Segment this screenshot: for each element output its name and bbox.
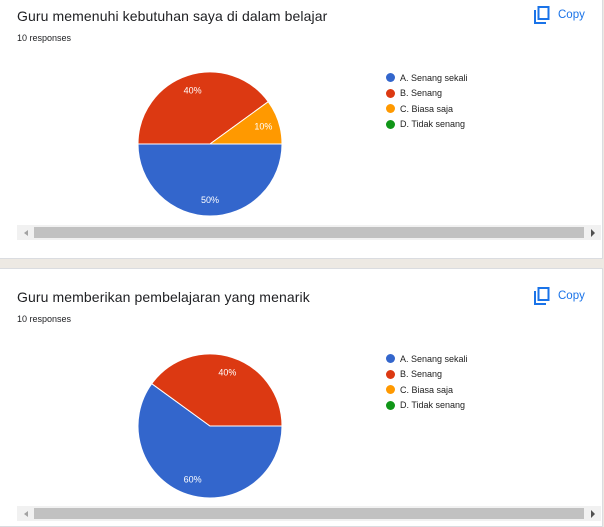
legend-dot-icon [386, 73, 395, 83]
horizontal-scrollbar[interactable] [17, 225, 601, 240]
chart-legend: A. Senang sekali B. Senang C. Biasa saja D.… [386, 351, 468, 413]
chart-legend: A. Senang sekali B. Senang C. Biasa saja D.… [386, 70, 468, 132]
question-card: Guru memenuhi kebutuhan saya di dalam be… [0, 0, 603, 259]
scroll-left-button[interactable] [17, 225, 34, 240]
arrow-left-icon [23, 229, 28, 236]
legend-item[interactable]: B. Senang [386, 86, 468, 102]
legend-label: C. Biasa saja [400, 103, 454, 114]
legend-item[interactable]: D. Tidak senang [386, 117, 468, 133]
legend-label: B. Senang [400, 88, 443, 99]
legend-label: C. Biasa saja [400, 384, 454, 395]
question-card: Guru memberikan pembelajaran yang menari… [0, 268, 603, 527]
legend-item[interactable]: C. Biasa saja [386, 101, 468, 117]
scrollbar-thumb[interactable] [34, 227, 584, 238]
slice-label: 40% [184, 86, 202, 96]
scrollbar-thumb[interactable] [34, 508, 584, 519]
scroll-left-button[interactable] [17, 506, 34, 521]
slice-label: 60% [184, 474, 202, 484]
legend-dot-icon [386, 354, 395, 364]
legend-dot-icon [386, 385, 395, 395]
legend-dot-icon [386, 119, 395, 129]
legend-item[interactable]: A. Senang sekali [386, 351, 468, 367]
legend-label: A. Senang sekali [400, 72, 468, 83]
legend-item[interactable]: B. Senang [386, 367, 468, 383]
slice-label: 40% [218, 368, 236, 378]
slice-label: 10% [254, 122, 272, 132]
arrow-left-icon [23, 510, 28, 517]
slice-label: 50% [201, 195, 219, 205]
pie-slice[interactable] [137, 143, 283, 217]
legend-item[interactable]: A. Senang sekali [386, 70, 468, 86]
legend-label: D. Tidak senang [400, 400, 466, 411]
scroll-right-button[interactable] [584, 225, 601, 240]
legend-dot-icon [386, 104, 395, 114]
legend-label: B. Senang [400, 369, 443, 380]
scroll-right-button[interactable] [584, 506, 601, 521]
legend-dot-icon [386, 400, 395, 410]
legend-dot-icon [386, 369, 395, 379]
legend-item[interactable]: D. Tidak senang [386, 398, 468, 414]
horizontal-scrollbar[interactable] [17, 506, 601, 521]
legend-item[interactable]: C. Biasa saja [386, 382, 468, 398]
pie-chart: 60% 40% [137, 353, 283, 499]
arrow-right-icon [590, 228, 595, 237]
pie-chart: 50% 40% 10% [137, 71, 283, 217]
legend-label: A. Senang sekali [400, 353, 468, 364]
legend-label: D. Tidak senang [400, 119, 466, 130]
arrow-right-icon [590, 509, 595, 518]
legend-dot-icon [386, 88, 395, 98]
